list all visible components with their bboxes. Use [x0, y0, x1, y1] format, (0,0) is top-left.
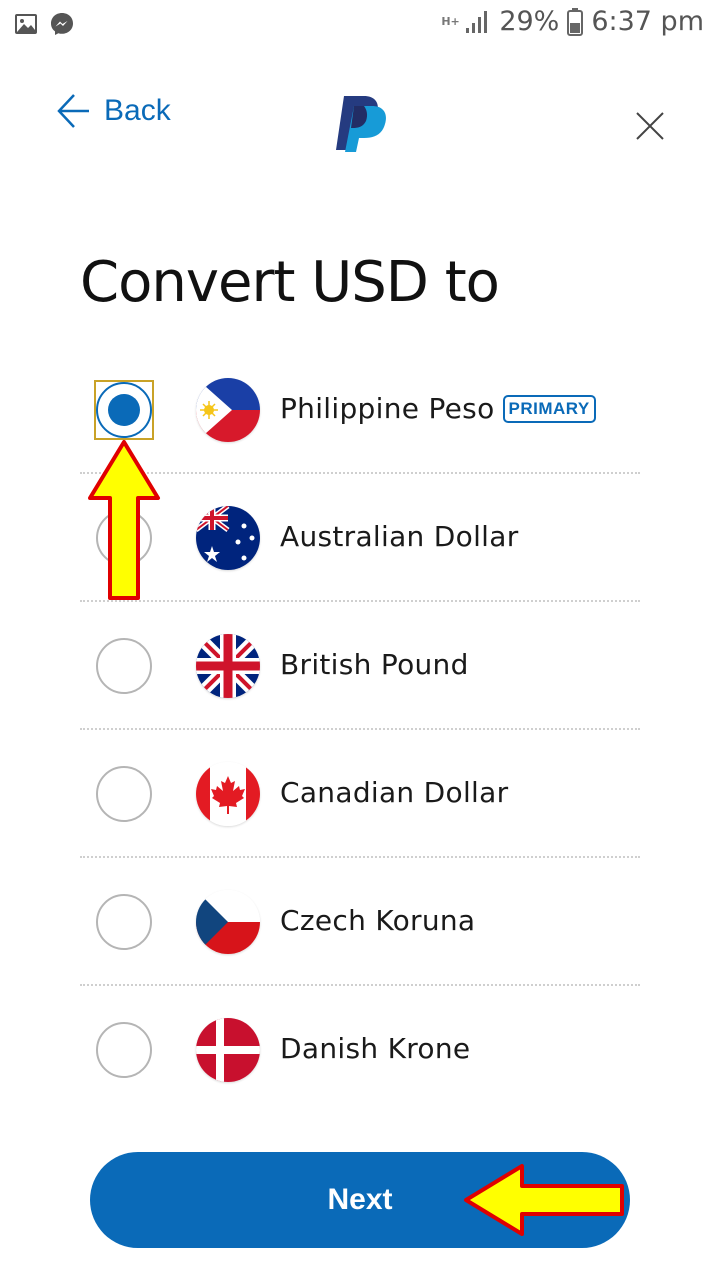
radio-button[interactable] — [96, 1022, 152, 1078]
philippines-flag-icon — [196, 378, 260, 442]
signal-icon — [466, 10, 488, 33]
uk-flag-icon — [196, 634, 260, 698]
currency-name: Danish Krone — [280, 1032, 471, 1065]
radio-button[interactable] — [96, 638, 152, 694]
network-type: H+ — [441, 15, 460, 28]
paypal-logo — [336, 96, 386, 152]
currency-name: Czech Koruna — [280, 904, 476, 937]
annotation-arrow-up-icon — [88, 440, 160, 600]
battery-percent: 29% — [499, 6, 560, 37]
battery-icon — [567, 7, 584, 36]
radio-button[interactable] — [96, 766, 152, 822]
currency-option-philippine-peso[interactable]: Philippine Peso PRIMARY — [80, 346, 640, 474]
page-title: Convert USD to — [80, 250, 500, 315]
currency-option-canadian-dollar[interactable]: Canadian Dollar — [80, 730, 640, 858]
back-label: Back — [104, 94, 171, 127]
clock: 6:37 pm — [591, 6, 704, 37]
radio-button[interactable] — [96, 894, 152, 950]
currency-option-czech-koruna[interactable]: Czech Koruna — [80, 858, 640, 986]
messenger-icon — [51, 13, 73, 35]
gallery-icon — [15, 14, 37, 34]
close-icon[interactable] — [634, 110, 666, 142]
currency-name: Philippine Peso — [280, 392, 495, 425]
currency-name: Australian Dollar — [280, 520, 519, 553]
back-button[interactable]: Back — [56, 92, 171, 130]
radio-button-selected[interactable] — [96, 382, 152, 438]
australia-flag-icon — [196, 506, 260, 570]
currency-name: Canadian Dollar — [280, 776, 509, 809]
denmark-flag-icon — [196, 1018, 260, 1082]
annotation-arrow-left-icon — [464, 1164, 624, 1236]
arrow-left-icon — [57, 94, 89, 128]
czech-flag-icon — [196, 890, 260, 954]
status-bar: H+ 29% 6:37 pm — [0, 0, 720, 50]
status-notifications — [14, 12, 74, 36]
primary-badge: PRIMARY — [502, 395, 596, 423]
currency-option-danish-krone[interactable]: Danish Krone — [80, 986, 640, 1114]
currency-option-australian-dollar[interactable]: Australian Dollar — [80, 474, 640, 602]
canada-flag-icon — [196, 762, 260, 826]
currency-name: British Pound — [280, 648, 469, 681]
currency-option-british-pound[interactable]: British Pound — [80, 602, 640, 730]
currency-list: Philippine Peso PRIMARY Australian Dollar — [80, 346, 640, 1114]
status-system: H+ 29% 6:37 pm — [441, 6, 704, 37]
